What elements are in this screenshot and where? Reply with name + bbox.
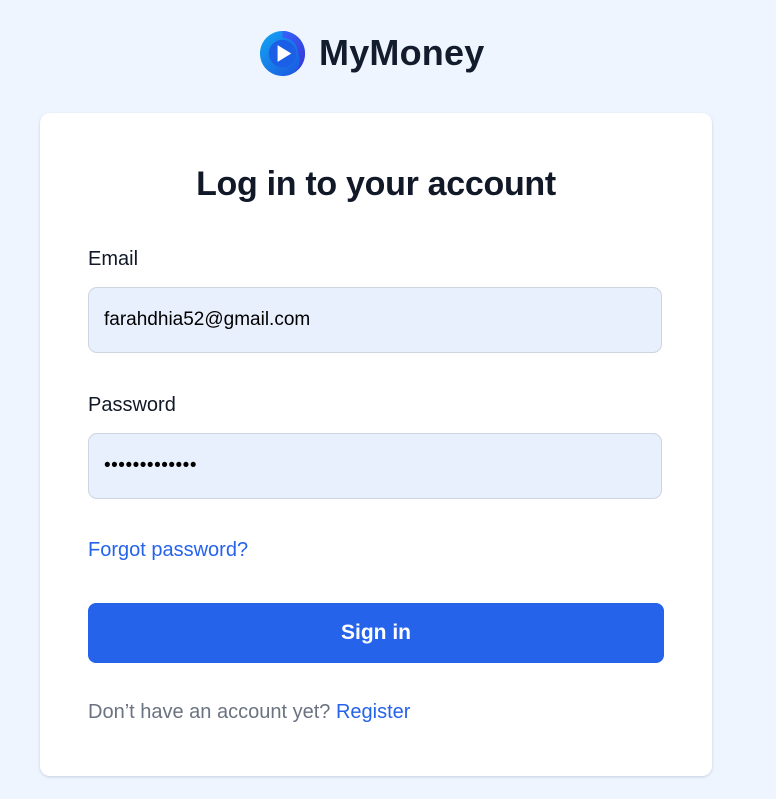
brand: MyMoney [259, 29, 484, 77]
sign-in-button[interactable]: Sign in [88, 603, 664, 663]
email-field[interactable] [88, 287, 662, 353]
email-label: Email [88, 248, 139, 270]
brand-name: MyMoney [319, 32, 485, 73]
register-row: Don’t have an account yet? Register [88, 701, 410, 724]
password-field[interactable] [88, 433, 662, 499]
register-prompt: Don’t have an account yet? [88, 701, 331, 723]
password-label: Password [88, 394, 176, 416]
page-title: Log in to your account [196, 165, 556, 203]
register-link[interactable]: Register [336, 701, 410, 723]
play-icon [259, 30, 306, 76]
forgot-password-link[interactable]: Forgot password? [88, 539, 248, 562]
login-card: Log in to your account Email Password Fo… [40, 113, 712, 776]
